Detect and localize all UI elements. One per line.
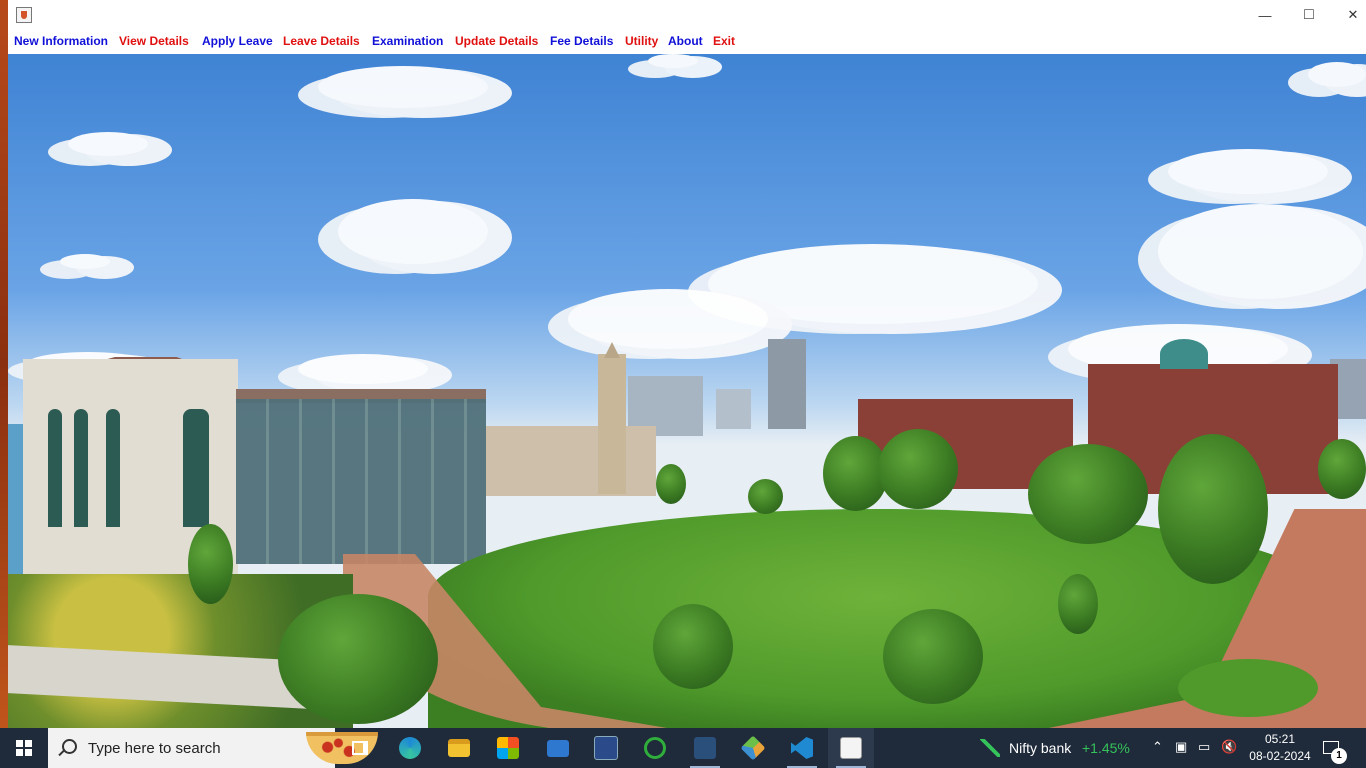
library-window: [106, 409, 120, 527]
close-button[interactable]: ✕: [1330, 0, 1366, 30]
taskbar-mysql-workbench[interactable]: [682, 728, 728, 768]
network-icon[interactable]: ▭: [1198, 739, 1210, 755]
small-lawn: [1178, 659, 1318, 717]
app-window: — □ ✕ New Information View Details Apply…: [8, 0, 1366, 728]
taskbar-dev-cpp[interactable]: [583, 728, 629, 768]
java-app-icon: [16, 7, 32, 23]
library-window: [183, 409, 209, 527]
java-icon: [840, 737, 862, 759]
tree: [1158, 434, 1268, 584]
desktop-background-edge: [0, 0, 8, 728]
clock[interactable]: 05:21 08-02-2024: [1240, 731, 1320, 765]
maximize-icon: □: [1304, 6, 1314, 23]
library-window: [48, 409, 62, 527]
taskbar-app-cube[interactable]: [730, 728, 776, 768]
menu-fee-details[interactable]: Fee Details: [550, 34, 613, 48]
store-icon: [497, 737, 519, 759]
search-icon: [62, 739, 77, 754]
notification-center-button[interactable]: 1: [1322, 728, 1366, 768]
menu-update-details[interactable]: Update Details: [455, 34, 538, 48]
maximize-button[interactable]: □: [1286, 0, 1332, 30]
tree: [656, 464, 686, 504]
task-view-icon: [352, 741, 368, 755]
cloud: [298, 354, 428, 384]
cloud: [648, 54, 698, 68]
menu-leave-details[interactable]: Leave Details: [283, 34, 360, 48]
cloud: [318, 66, 488, 108]
menu-new-information[interactable]: New Information: [14, 34, 108, 48]
cloud: [338, 199, 488, 264]
folder-icon: [448, 739, 470, 757]
cloud: [68, 132, 148, 156]
menu-exit[interactable]: Exit: [713, 34, 735, 48]
taskbar-edge[interactable]: [387, 728, 433, 768]
taskbar-java-app[interactable]: [828, 728, 874, 768]
minimize-button[interactable]: —: [1242, 0, 1288, 30]
green-ring-icon: [644, 737, 666, 759]
tree: [748, 479, 783, 514]
clock-time: 05:21: [1264, 732, 1296, 746]
minimize-icon: —: [1258, 7, 1272, 23]
tree: [1058, 574, 1098, 634]
glass-building: [236, 399, 486, 564]
mail-icon: [547, 739, 569, 757]
menu-bar: New Information View Details Apply Leave…: [8, 30, 1366, 55]
taskbar-vscode[interactable]: [779, 728, 825, 768]
city-building: [716, 389, 751, 429]
menu-about[interactable]: About: [668, 34, 703, 48]
menu-utility[interactable]: Utility: [625, 34, 658, 48]
tree: [653, 604, 733, 689]
taskbar-app-green-ring[interactable]: [632, 728, 678, 768]
tree: [1318, 439, 1366, 499]
menu-view-details[interactable]: View Details: [119, 34, 189, 48]
cloud: [1168, 149, 1328, 194]
city-building: [768, 339, 806, 429]
cube-icon: [740, 735, 766, 761]
cloud: [1158, 204, 1363, 299]
menu-examination[interactable]: Examination: [372, 34, 443, 48]
title-bar: — □ ✕: [8, 0, 1366, 30]
tree: [883, 609, 983, 704]
windows-icon: [16, 740, 32, 756]
mysql-workbench-icon: [694, 737, 716, 759]
tree: [278, 594, 438, 724]
start-button[interactable]: [0, 728, 48, 768]
cloud: [1308, 62, 1366, 87]
menu-apply-leave[interactable]: Apply Leave: [202, 34, 273, 48]
tree: [878, 429, 958, 509]
webcam-icon[interactable]: ▣: [1175, 739, 1187, 755]
stock-change: +1.45%: [1082, 740, 1130, 756]
close-icon: ✕: [1347, 7, 1359, 22]
search-placeholder: Type here to search: [88, 740, 221, 757]
tree: [188, 524, 233, 604]
task-view-button[interactable]: [337, 728, 383, 768]
campus-background-image: [8, 54, 1366, 728]
notification-badge: 1: [1331, 748, 1347, 764]
chapel-building: [486, 426, 656, 496]
taskbar-file-explorer[interactable]: [436, 728, 482, 768]
speaker-muted-icon[interactable]: 🔇: [1221, 739, 1237, 755]
taskbar-microsoft-store[interactable]: [485, 728, 531, 768]
taskbar: Type here to search Nifty bank +1.45% ⌃ …: [0, 728, 1366, 768]
clock-tower: [598, 354, 626, 494]
cloud: [60, 254, 110, 269]
tree: [1028, 444, 1148, 544]
stock-widget-icon-wrap[interactable]: [975, 728, 1005, 768]
vscode-icon: [791, 737, 813, 759]
dev-cpp-icon: [594, 736, 618, 760]
stock-chart-icon: [980, 739, 1000, 757]
taskbar-search-box[interactable]: Type here to search: [48, 728, 378, 768]
cloud: [568, 289, 768, 349]
chevron-up-icon[interactable]: ⌃: [1152, 739, 1163, 755]
library-window: [74, 409, 88, 527]
stock-name[interactable]: Nifty bank: [1009, 740, 1071, 756]
taskbar-mail[interactable]: [535, 728, 581, 768]
edge-icon: [399, 737, 421, 759]
green-dome: [1160, 339, 1208, 369]
clock-date: 08-02-2024: [1249, 749, 1311, 763]
